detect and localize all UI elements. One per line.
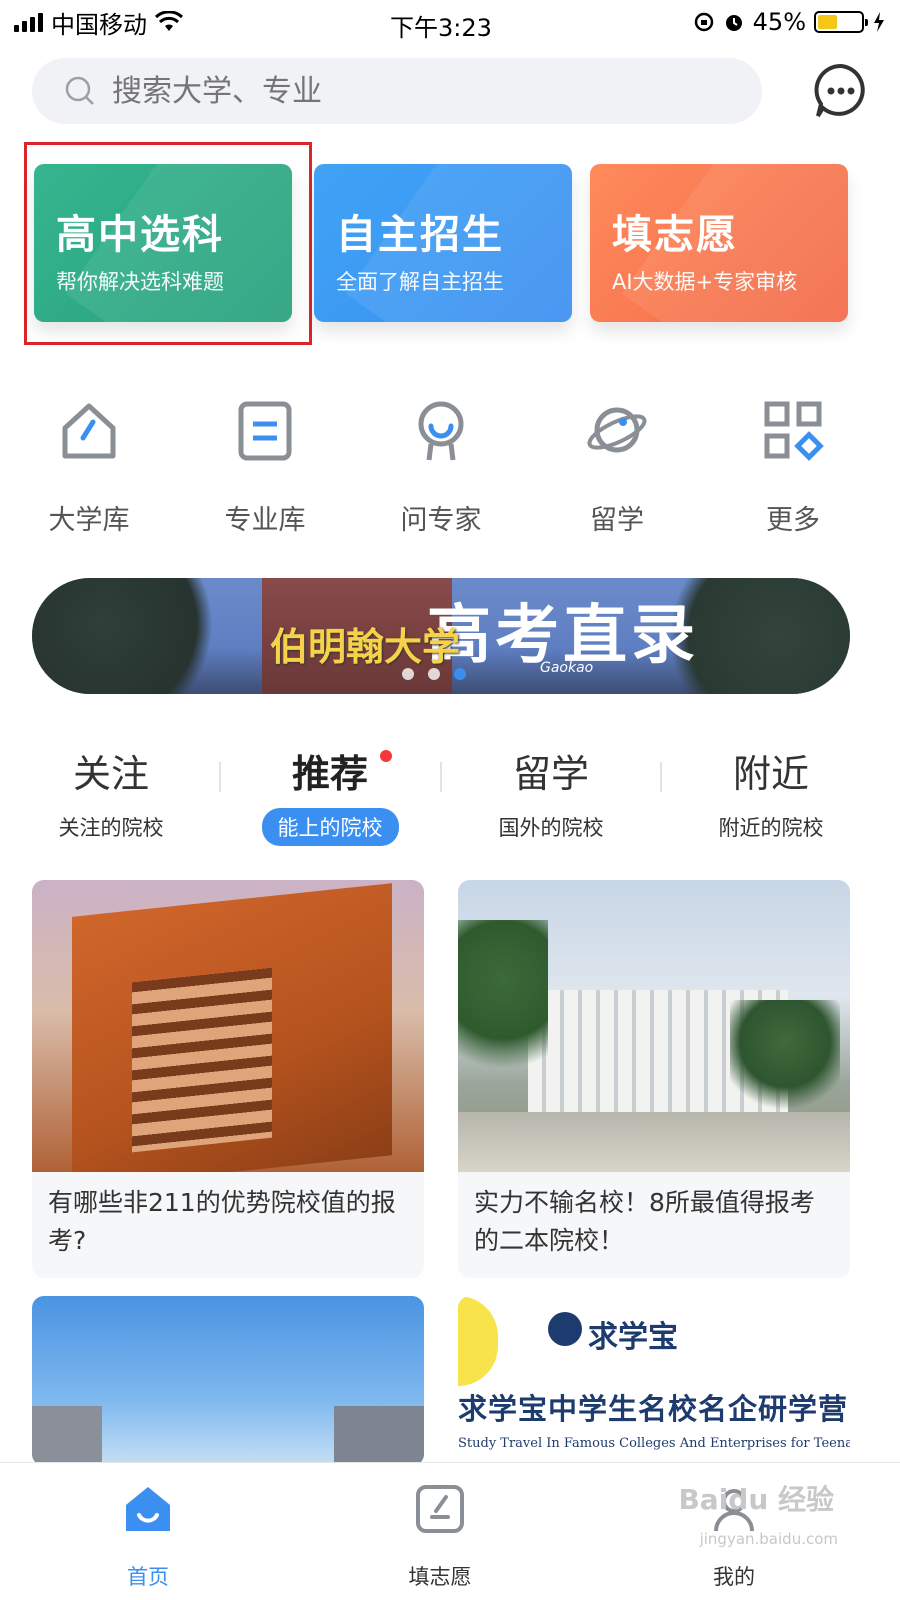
tab-divider <box>660 762 662 792</box>
search-icon <box>65 76 94 105</box>
status-time: 下午3:23 <box>390 14 492 42</box>
feature-card-independent-enrollment[interactable]: 自主招生 全面了解自主招生 <box>314 164 572 322</box>
battery-icon <box>814 11 868 33</box>
tab-subtitle: 国外的院校 <box>498 816 604 840</box>
quick-nav-university-library[interactable]: 大学库 <box>24 398 154 537</box>
article-card[interactable] <box>32 1296 424 1466</box>
bottom-nav-label: 填志愿 <box>408 1565 472 1589</box>
charging-icon <box>874 12 884 32</box>
tab-divider <box>219 762 221 792</box>
banner-university: 伯明翰大学 <box>270 625 461 669</box>
graduation-cap-icon <box>548 1312 582 1346</box>
home-icon <box>126 1487 170 1531</box>
carrier-label: 中国移动 <box>51 10 147 39</box>
tab-recommend[interactable]: 推荐 能上的院校 <box>235 748 425 846</box>
article-title: 有哪些非211的优势院校值的报考? <box>48 1188 396 1255</box>
tab-title: 留学 <box>512 752 589 796</box>
banner-pagination <box>402 668 466 680</box>
planet-icon <box>587 407 647 453</box>
building-shape <box>32 1406 102 1466</box>
expert-icon <box>418 401 464 461</box>
pagination-dot[interactable] <box>402 668 414 680</box>
edit-icon <box>416 1485 464 1533</box>
notification-dot <box>380 750 392 762</box>
quick-nav-label: 更多 <box>766 505 820 536</box>
card-subtitle: AI大数据+专家审核 <box>612 270 798 294</box>
grid-icon <box>764 401 824 461</box>
card-title: 填志愿 <box>612 212 738 258</box>
card-title: 自主招生 <box>336 212 504 258</box>
alarm-icon <box>725 15 742 31</box>
quick-nav: 大学库 专业库 问专家 留学 更多 <box>0 398 900 538</box>
tab-subtitle: 关注的院校 <box>58 816 164 840</box>
article-image <box>32 1296 424 1466</box>
quick-nav-label: 大学库 <box>48 505 130 536</box>
document-icon <box>238 401 292 461</box>
status-left: 中国移动 <box>14 5 183 40</box>
tab-title: 附近 <box>732 752 809 796</box>
bottom-nav-home[interactable]: 首页 <box>68 1483 228 1591</box>
bottom-nav-fill-application[interactable]: 填志愿 <box>360 1483 520 1591</box>
tab-title: 关注 <box>72 752 149 796</box>
status-right: 45% <box>693 8 886 36</box>
article-image <box>458 880 850 1172</box>
banner-slogan-en: Gaokao <box>540 660 594 676</box>
search-input[interactable] <box>112 73 712 109</box>
bottom-nav-label: 首页 <box>127 1565 169 1589</box>
quick-nav-major-library[interactable]: 专业库 <box>200 398 330 537</box>
quick-nav-more[interactable]: 更多 <box>728 398 858 537</box>
article-card[interactable]: 实力不输名校！8所最值得报考的二本院校！ <box>458 880 850 1278</box>
article-card[interactable]: 有哪些非211的优势院校值的报考? <box>32 880 424 1278</box>
card-subtitle: 帮你解决选科难题 <box>56 270 224 294</box>
house-icon <box>62 403 116 459</box>
quick-nav-study-abroad[interactable]: 留学 <box>552 398 682 537</box>
tab-title: 推荐 <box>291 752 368 796</box>
battery-level <box>818 15 837 29</box>
tab-subtitle: 附近的院校 <box>718 816 824 840</box>
signal-icon <box>14 12 43 32</box>
card-subtitle: 全面了解自主招生 <box>336 270 504 294</box>
feature-card-subject-selection[interactable]: 高中选科 帮你解决选科难题 <box>34 164 292 322</box>
pagination-dot[interactable] <box>428 668 440 680</box>
bottom-nav-label: 我的 <box>713 1565 755 1589</box>
tab-subtitle: 能上的院校 <box>261 808 399 846</box>
plaza <box>458 1112 850 1172</box>
quick-nav-label: 专业库 <box>224 505 306 536</box>
feature-card-fill-application[interactable]: 填志愿 AI大数据+专家审核 <box>590 164 848 322</box>
building-shape <box>334 1406 424 1466</box>
search-box[interactable] <box>32 58 762 124</box>
search-row <box>32 58 872 124</box>
tab-divider <box>440 762 442 792</box>
tab-study-abroad[interactable]: 留学 国外的院校 <box>456 748 646 846</box>
decorative-shape <box>458 1296 498 1386</box>
article-image: 求学宝 求学宝中学生名校名企研学营 Study Travel In Famous… <box>458 1296 850 1466</box>
rotation-lock-icon <box>694 12 713 32</box>
watermark-url: jingyan.baidu.com <box>699 1530 838 1548</box>
article-title: 实力不输名校！8所最值得报考的二本院校！ <box>474 1188 815 1255</box>
message-icon[interactable] <box>810 60 872 122</box>
quick-nav-label: 问专家 <box>400 505 482 536</box>
wifi-icon <box>155 11 183 31</box>
article-image <box>32 880 424 1172</box>
status-bar: 中国移动 下午3:23 45% <box>0 0 900 44</box>
banner-tree <box>32 578 242 694</box>
quick-nav-label: 留学 <box>590 505 644 536</box>
tab-follow[interactable]: 关注 关注的院校 <box>16 748 206 846</box>
tab-nearby[interactable]: 附近 附近的院校 <box>676 748 866 846</box>
watermark-logo: Baidu 经验 <box>678 1483 834 1516</box>
battery-percent: 45% <box>752 8 806 36</box>
brand-logo: 求学宝 <box>588 1320 678 1355</box>
card-title: 高中选科 <box>56 212 224 258</box>
article-card[interactable]: 求学宝 求学宝中学生名校名企研学营 Study Travel In Famous… <box>458 1296 850 1466</box>
pagination-dot-active[interactable] <box>454 668 466 680</box>
category-tabs: 关注 关注的院校 推荐 能上的院校 留学 国外的院校 附近 附近的院校 <box>0 748 900 848</box>
promo-strip: 求学宝中学生名校名企研学营 <box>458 1392 849 1426</box>
palm-tree <box>458 920 548 1120</box>
promo-strip-en: Study Travel In Famous Colleges And Ente… <box>458 1436 850 1451</box>
building-windows <box>132 967 272 1153</box>
quick-nav-ask-expert[interactable]: 问专家 <box>376 398 506 537</box>
